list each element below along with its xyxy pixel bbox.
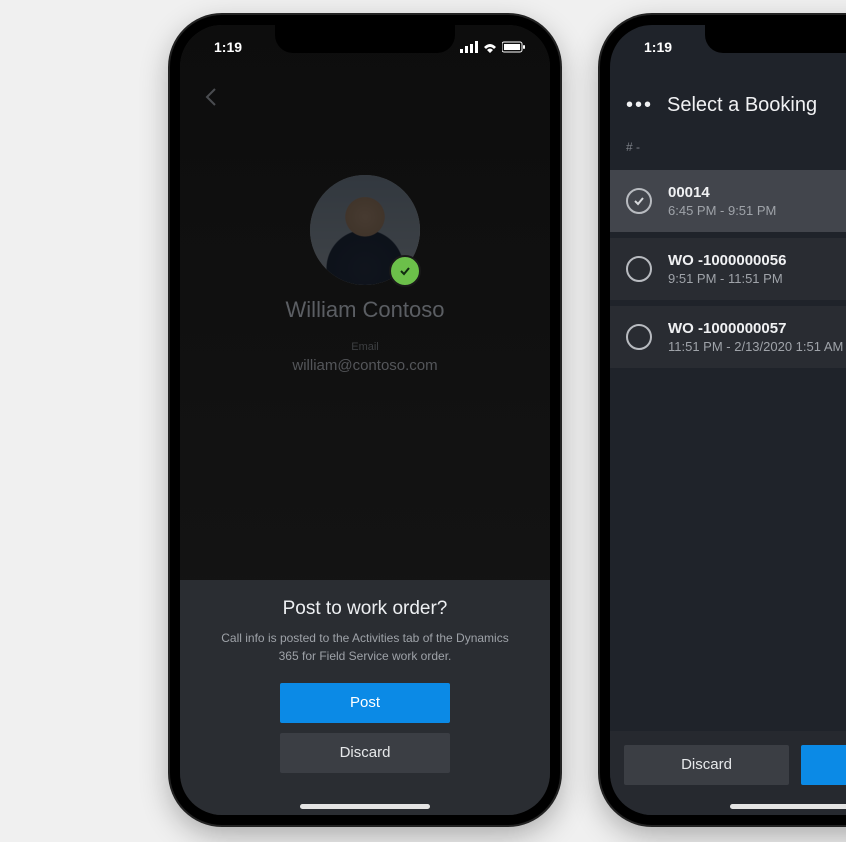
wifi-icon: [482, 41, 498, 53]
list-subheader: # -: [626, 140, 640, 154]
status-time: 1:19: [644, 39, 672, 55]
booking-title: WO -1000000057: [668, 320, 846, 337]
status-icons: [460, 41, 526, 53]
booking-time: 11:51 PM - 2/13/2020 1:51 AM: [668, 339, 846, 354]
bottom-action-bar: Discard: [610, 731, 846, 815]
booking-list: 00014 6:45 PM - 9:51 PM WO -1000000056 9…: [610, 170, 846, 374]
nav-bar: ••• Select a Booking: [610, 80, 846, 130]
phone-frame-left: 1:19 William Contoso Email william@conto…: [170, 15, 560, 825]
more-icon[interactable]: •••: [626, 94, 653, 117]
notch: [275, 25, 455, 53]
confirm-button[interactable]: [801, 745, 846, 785]
booking-title: WO -1000000056: [668, 252, 846, 269]
screen-right: 1:19 ••• Select a Booking # - 00014 6:45…: [610, 25, 846, 815]
booking-time: 6:45 PM - 9:51 PM: [668, 203, 846, 218]
nav-title: Select a Booking: [667, 94, 817, 117]
sheet-subtitle: Call info is posted to the Activities ta…: [210, 630, 520, 665]
battery-icon: [502, 41, 526, 53]
discard-button[interactable]: Discard: [280, 733, 450, 773]
booking-item[interactable]: WO -1000000056 9:51 PM - 11:51 PM: [610, 238, 846, 300]
radio-selected-icon[interactable]: [626, 188, 652, 214]
booking-item[interactable]: 00014 6:45 PM - 9:51 PM: [610, 170, 846, 232]
status-time: 1:19: [214, 39, 242, 55]
home-indicator[interactable]: [300, 804, 430, 809]
radio-icon[interactable]: [626, 256, 652, 282]
profile-name: William Contoso: [180, 297, 550, 323]
post-sheet: Post to work order? Call info is posted …: [180, 580, 550, 815]
profile-section: William Contoso Email william@contoso.co…: [180, 175, 550, 374]
booking-title: 00014: [668, 184, 846, 201]
notch: [705, 25, 846, 53]
home-indicator[interactable]: [730, 804, 846, 809]
cellular-icon: [460, 41, 478, 53]
discard-button[interactable]: Discard: [624, 745, 789, 785]
radio-icon[interactable]: [626, 324, 652, 350]
back-icon[interactable]: [200, 85, 224, 109]
email-label: Email: [180, 341, 550, 353]
booking-item[interactable]: WO -1000000057 11:51 PM - 2/13/2020 1:51…: [610, 306, 846, 368]
sheet-title: Post to work order?: [196, 598, 534, 620]
post-button[interactable]: Post: [280, 683, 450, 723]
phone-frame-right: 1:19 ••• Select a Booking # - 00014 6:45…: [600, 15, 846, 825]
email-value: william@contoso.com: [180, 357, 550, 374]
booking-time: 9:51 PM - 11:51 PM: [668, 271, 846, 286]
screen-left: 1:19 William Contoso Email william@conto…: [180, 25, 550, 815]
presence-check-icon: [389, 255, 421, 287]
